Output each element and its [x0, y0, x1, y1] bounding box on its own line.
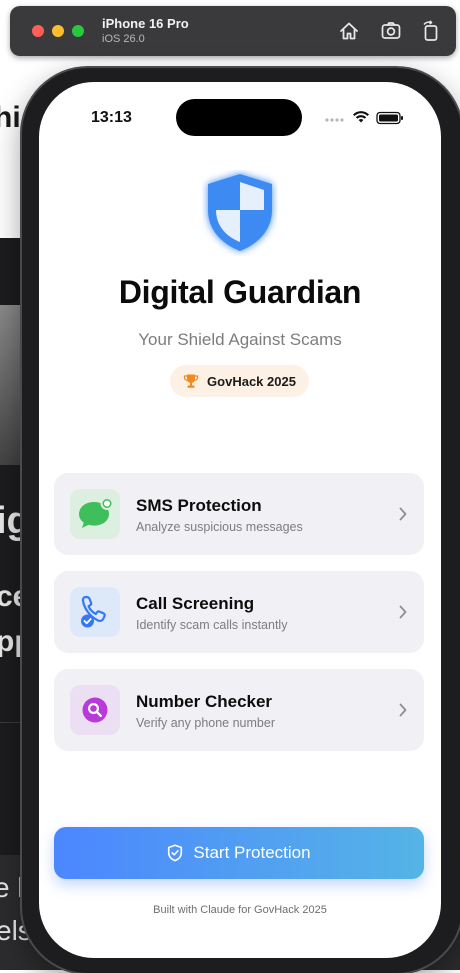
chevron-right-icon [398, 702, 408, 718]
app-subtitle: Your Shield Against Scams [39, 330, 441, 350]
card-description: Identify scam calls instantly [136, 618, 287, 632]
feature-card-sms-protection[interactable]: SMS Protection Analyze suspicious messag… [54, 473, 424, 555]
phone-screen: 13:13 Digital Guardian Your Shield Again… [39, 82, 441, 958]
card-title: Number Checker [136, 692, 272, 712]
battery-icon [377, 113, 403, 124]
message-bubble-icon [76, 497, 114, 531]
app-title: Digital Guardian [39, 274, 441, 311]
trophy-icon [183, 373, 199, 389]
close-window-button[interactable] [32, 25, 44, 37]
card-description: Verify any phone number [136, 716, 275, 730]
checker-icon-tile [70, 685, 120, 735]
background-text-fragment: hi [0, 101, 21, 135]
govhack-badge: GovHack 2025 [170, 365, 309, 397]
screenshot-icon[interactable] [380, 20, 402, 42]
status-icons [325, 110, 405, 126]
footer-credit: Built with Claude for GovHack 2025 [39, 904, 441, 916]
card-title: SMS Protection [136, 496, 262, 516]
chevron-right-icon [398, 604, 408, 620]
card-title: Call Screening [136, 594, 254, 614]
call-icon-tile [70, 587, 120, 637]
rotate-icon[interactable] [420, 20, 442, 42]
badge-label: GovHack 2025 [207, 374, 296, 389]
status-time: 13:13 [91, 109, 132, 127]
minimize-window-button[interactable] [52, 25, 64, 37]
feature-card-number-checker[interactable]: Number Checker Verify any phone number [54, 669, 424, 751]
feature-card-call-screening[interactable]: Call Screening Identify scam calls insta… [54, 571, 424, 653]
magnifier-icon [80, 695, 110, 725]
simulator-os-version: iOS 26.0 [102, 33, 145, 45]
phone-check-icon [78, 594, 112, 630]
wifi-icon [353, 111, 369, 122]
shield-check-icon [167, 844, 183, 862]
background-text-fragment: e l [0, 872, 24, 904]
chevron-right-icon [398, 506, 408, 522]
shield-logo-icon [202, 170, 278, 256]
simulator-toolbar: iPhone 16 Pro iOS 26.0 [10, 6, 456, 56]
simulator-device-name: iPhone 16 Pro [102, 16, 189, 31]
home-icon[interactable] [338, 20, 360, 42]
signal-icon [325, 118, 343, 121]
start-protection-label: Start Protection [193, 843, 310, 863]
dynamic-island [176, 99, 302, 136]
sms-icon-tile [70, 489, 120, 539]
start-protection-button[interactable]: Start Protection [54, 827, 424, 879]
card-description: Analyze suspicious messages [136, 520, 303, 534]
zoom-window-button[interactable] [72, 25, 84, 37]
